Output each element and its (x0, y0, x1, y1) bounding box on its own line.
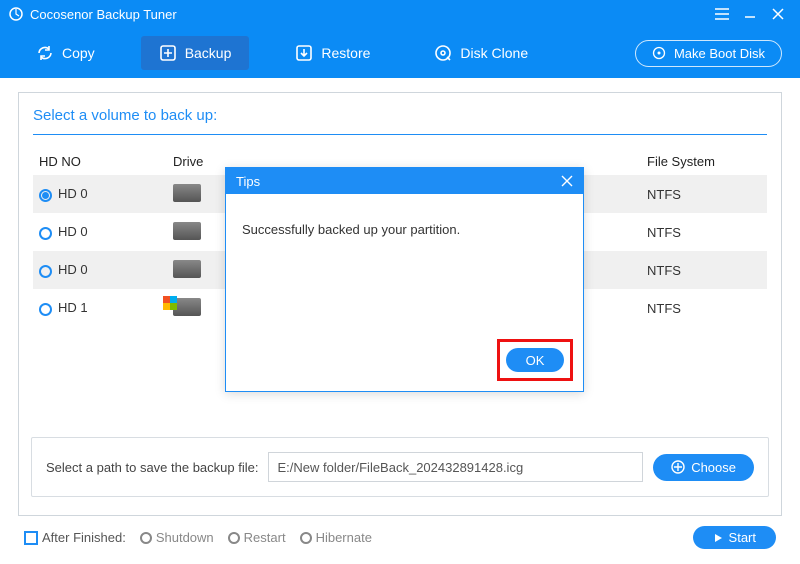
choose-label: Choose (691, 460, 736, 475)
plus-circle-icon (671, 460, 685, 474)
drive-thumb-icon (173, 260, 201, 278)
choose-button[interactable]: Choose (653, 454, 754, 481)
fs-label: NTFS (647, 301, 767, 316)
tips-dialog: Tips Successfully backed up your partiti… (225, 167, 584, 392)
path-bar: Select a path to save the backup file: C… (31, 437, 769, 497)
radio-icon[interactable] (39, 189, 52, 202)
ok-button[interactable]: OK (506, 348, 564, 372)
hd-label: HD 1 (58, 300, 88, 315)
menu-button[interactable] (708, 0, 736, 28)
close-button[interactable] (764, 0, 792, 28)
col-hdno: HD NO (33, 154, 173, 169)
dialog-titlebar: Tips (226, 168, 583, 194)
restart-option[interactable]: Restart (228, 530, 286, 545)
dialog-title: Tips (236, 174, 260, 189)
app-title: Cocosenor Backup Tuner (30, 7, 177, 22)
plus-box-icon (159, 44, 177, 62)
path-label: Select a path to save the backup file: (46, 460, 258, 475)
drive-thumb-icon (173, 184, 201, 202)
hibernate-label: Hibernate (316, 530, 372, 545)
restore-icon (295, 44, 313, 62)
col-fs: File System (647, 154, 767, 169)
radio-icon[interactable] (39, 265, 52, 278)
disk-clone-button[interactable]: Disk Clone (416, 36, 546, 70)
dialog-ok-highlight: OK (497, 339, 573, 381)
restore-label: Restore (321, 45, 370, 61)
restart-label: Restart (244, 530, 286, 545)
play-icon (713, 533, 723, 543)
after-finished-checkbox[interactable]: After Finished: (24, 530, 126, 546)
start-button[interactable]: Start (693, 526, 776, 549)
make-boot-disk-button[interactable]: Make Boot Disk (635, 40, 782, 67)
boot-disk-icon (652, 46, 666, 60)
restore-button[interactable]: Restore (277, 36, 388, 70)
radio-icon[interactable] (39, 227, 52, 240)
drive-thumb-icon (173, 222, 201, 240)
after-finished-label: After Finished: (42, 530, 126, 545)
path-input[interactable] (268, 452, 643, 482)
disk-icon (434, 44, 452, 62)
ok-label: OK (526, 353, 545, 368)
backup-button[interactable]: Backup (141, 36, 250, 70)
dialog-message: Successfully backed up your partition. (226, 194, 583, 265)
start-label: Start (729, 530, 756, 545)
dialog-close-icon[interactable] (561, 175, 573, 187)
minimize-button[interactable] (736, 0, 764, 28)
copy-label: Copy (62, 45, 95, 61)
fs-label: NTFS (647, 225, 767, 240)
footer: After Finished: Shutdown Restart Hiberna… (0, 516, 800, 549)
backup-label: Backup (185, 45, 232, 61)
boot-disk-label: Make Boot Disk (674, 46, 765, 61)
drive-thumb-icon (173, 298, 201, 316)
fs-label: NTFS (647, 187, 767, 202)
hd-label: HD 0 (58, 224, 88, 239)
copy-button[interactable]: Copy (18, 36, 113, 70)
refresh-icon (36, 44, 54, 62)
titlebar: Cocosenor Backup Tuner (0, 0, 800, 28)
app-logo-icon (8, 6, 24, 22)
radio-icon[interactable] (39, 303, 52, 316)
disk-clone-label: Disk Clone (460, 45, 528, 61)
hibernate-option[interactable]: Hibernate (300, 530, 372, 545)
shutdown-label: Shutdown (156, 530, 214, 545)
fs-label: NTFS (647, 263, 767, 278)
shutdown-option[interactable]: Shutdown (140, 530, 214, 545)
panel-heading: Select a volume to back up: (33, 107, 767, 124)
main-toolbar: Copy Backup Restore Disk Clone Make Boot… (0, 28, 800, 78)
hd-label: HD 0 (58, 262, 88, 277)
hd-label: HD 0 (58, 186, 88, 201)
